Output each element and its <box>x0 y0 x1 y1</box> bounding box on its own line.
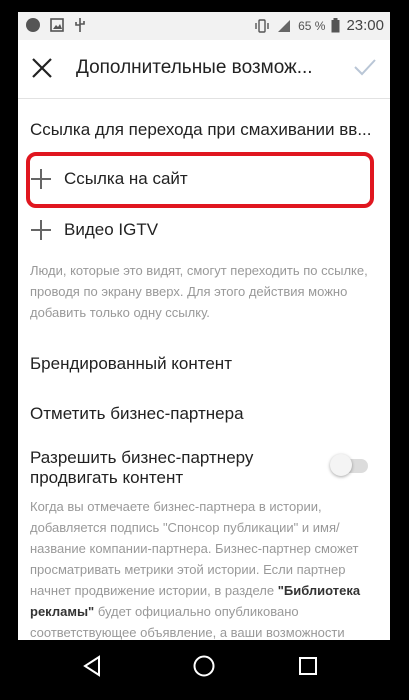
image-icon <box>50 18 64 32</box>
battery-percent: 65 % <box>298 18 326 33</box>
option-igtv-video[interactable]: Видео IGTV <box>30 219 158 241</box>
page-title: Дополнительные возмож... <box>76 57 313 78</box>
swipe-section-title: Ссылка для перехода при смахивании вв... <box>30 120 372 139</box>
allow-promo-toggle[interactable] <box>330 454 368 476</box>
vibrate-icon <box>255 18 269 33</box>
system-icons: 65 % 23:00 <box>254 17 384 34</box>
notification-dot-icon <box>26 18 40 32</box>
plus-icon <box>30 219 52 241</box>
allow-partner-promo-label: Разрешить бизнес-партнеру продвигать кон… <box>30 448 254 487</box>
battery-icon <box>331 18 340 33</box>
branded-section-title: Брендированный контент <box>30 354 232 373</box>
highlight-frame <box>26 152 374 208</box>
status-bar: 65 % 23:00 <box>18 12 390 40</box>
close-icon[interactable] <box>28 54 56 82</box>
checkmark-icon[interactable] <box>352 54 378 80</box>
back-triangle-icon[interactable] <box>80 654 104 678</box>
option-label: Видео IGTV <box>64 220 159 239</box>
toggle-knob <box>330 454 352 476</box>
recents-square-icon[interactable] <box>296 654 320 678</box>
swipe-hint-text: Люди, которые это видят, смогут переходи… <box>30 263 368 320</box>
app-header: Дополнительные возмож... <box>18 40 390 99</box>
signal-icon <box>278 19 291 32</box>
clock: 23:00 <box>346 17 384 34</box>
system-nav-bar <box>18 640 390 690</box>
usb-icon <box>75 18 85 32</box>
tag-business-partner[interactable]: Отметить бизнес-партнера <box>30 404 244 424</box>
branded-description: Когда вы отмечаете бизнес-партнера в ист… <box>30 496 376 643</box>
home-circle-icon[interactable] <box>192 654 216 678</box>
notification-icons <box>26 18 86 32</box>
phone-screen: 65 % 23:00 Дополнительные возмож... Ссыл… <box>18 12 390 690</box>
